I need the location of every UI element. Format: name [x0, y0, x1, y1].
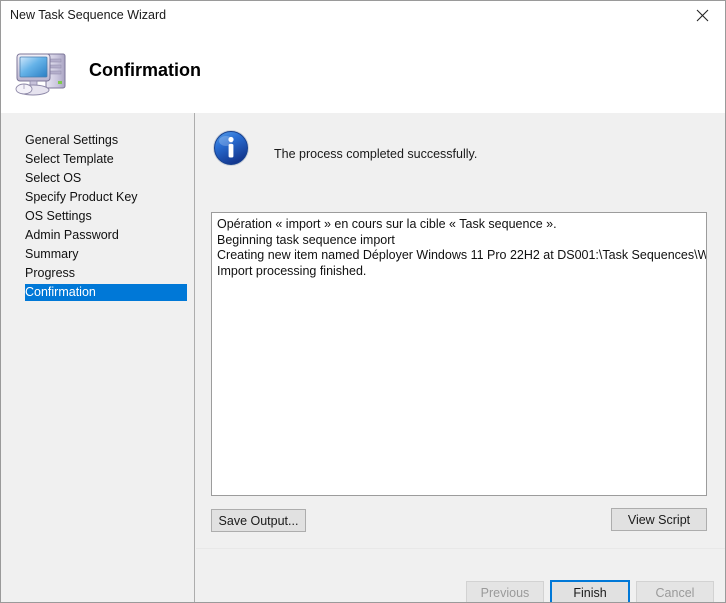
- close-icon: [696, 9, 709, 22]
- previous-button[interactable]: Previous: [466, 581, 544, 603]
- output-line: Opération « import » en cours sur la cib…: [217, 217, 701, 233]
- save-output-button[interactable]: Save Output...: [211, 509, 306, 532]
- wizard-main-panel: The process completed successfully. Opér…: [196, 113, 725, 602]
- output-log-textarea[interactable]: Opération « import » en cours sur la cib…: [211, 212, 707, 496]
- wizard-sidebar: General Settings Select Template Select …: [1, 113, 195, 602]
- window-title: New Task Sequence Wizard: [10, 8, 166, 22]
- status-message: The process completed successfully.: [274, 147, 477, 161]
- close-button[interactable]: [679, 1, 725, 30]
- output-line: Creating new item named Déployer Windows…: [217, 248, 701, 264]
- sidebar-item-select-os[interactable]: Select OS: [1, 170, 195, 187]
- sidebar-item-admin-password[interactable]: Admin Password: [1, 227, 195, 244]
- view-script-button[interactable]: View Script: [611, 508, 707, 531]
- sidebar-item-summary[interactable]: Summary: [1, 246, 195, 263]
- info-icon: [211, 128, 251, 168]
- sidebar-item-confirmation[interactable]: Confirmation: [25, 284, 187, 301]
- output-line: Beginning task sequence import: [217, 233, 701, 249]
- sidebar-item-general-settings[interactable]: General Settings: [1, 132, 195, 149]
- finish-button[interactable]: Finish: [550, 580, 630, 603]
- wizard-header: Confirmation: [1, 30, 725, 113]
- cancel-button[interactable]: Cancel: [636, 581, 714, 603]
- sidebar-item-specify-product-key[interactable]: Specify Product Key: [1, 189, 195, 206]
- computer-icon: [13, 44, 75, 102]
- output-line: Import processing finished.: [217, 264, 701, 280]
- wizard-footer: Previous Finish Cancel: [196, 549, 725, 602]
- title-bar: New Task Sequence Wizard: [1, 1, 725, 30]
- sidebar-item-select-template[interactable]: Select Template: [1, 151, 195, 168]
- sidebar-item-progress[interactable]: Progress: [1, 265, 195, 282]
- wizard-window: New Task Sequence Wizard: [0, 0, 726, 603]
- status-row: The process completed successfully.: [211, 128, 691, 180]
- sidebar-nav-list: General Settings Select Template Select …: [1, 132, 195, 303]
- sidebar-item-os-settings[interactable]: OS Settings: [1, 208, 195, 225]
- page-title: Confirmation: [89, 60, 201, 81]
